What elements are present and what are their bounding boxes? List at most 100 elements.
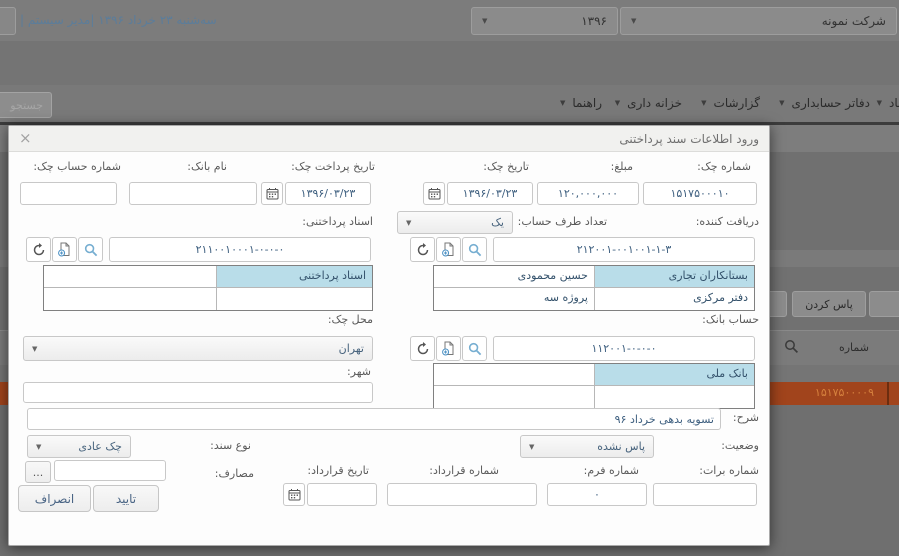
party-count-select[interactable]: یک ▼ [397, 211, 513, 234]
bank-name-input[interactable] [129, 182, 257, 205]
date-user-text: سه‌شنبه ۲۳ خرداد ۱۳۹۶ |مدیر سیستم | [20, 13, 217, 27]
bank-account-code-input[interactable] [493, 336, 755, 361]
check-number-input[interactable] [643, 182, 757, 205]
grid-cell[interactable] [216, 288, 372, 310]
bank-name-label: نام بانک: [187, 160, 227, 173]
check-place-value: تهران [338, 342, 364, 355]
cancel-button-label: انصراف [34, 491, 75, 506]
menu-item-ledgers[interactable]: دفاتر حسابداری ▼ [779, 96, 870, 110]
check-date-label: تاریخ چک: [483, 160, 529, 173]
form-number-input[interactable] [547, 483, 647, 506]
dialog-title: ورود اطلاعات سند پرداختنی [619, 131, 759, 146]
receiver-picker-grid: بستانکاران تجاری حسین محمودی دفتر مرکزی … [433, 265, 755, 311]
cancel-button[interactable]: انصراف [18, 485, 91, 512]
contract-date-input[interactable] [307, 483, 377, 506]
bank-account-label: حساب بانک: [702, 313, 759, 326]
expenses-label: مصارف: [214, 467, 254, 480]
grid-cell[interactable] [434, 386, 594, 408]
table-header-number: شماره [838, 341, 869, 354]
bill-number-label: شماره برات: [699, 464, 759, 477]
doc-type-value: چک عادی [78, 440, 122, 453]
chevron-down-icon: ▼ [876, 99, 882, 107]
search-icon[interactable] [462, 237, 487, 262]
grid-cell[interactable] [44, 266, 216, 288]
check-place-label: محل چک: [327, 313, 373, 326]
close-icon[interactable]: × [19, 131, 32, 146]
menu-item-asnad[interactable]: اسناد ▼ [877, 96, 899, 110]
chevron-down-icon: ▼ [614, 99, 621, 107]
selected-check-number: ۱۵۱۷۵۰۰۰۰۹ [814, 386, 874, 399]
check-account-input[interactable] [20, 182, 117, 205]
form-number-label: شماره فرم: [583, 464, 639, 477]
description-label: شرح: [732, 411, 759, 424]
fiscal-year-select[interactable]: ۱۳۹۶ ▼ [471, 7, 618, 35]
status-select[interactable]: پاس نشده ▼ [520, 435, 654, 458]
search-icon[interactable] [78, 237, 103, 262]
new-document-icon[interactable] [52, 237, 77, 262]
dialog-titlebar: ورود اطلاعات سند پرداختنی × [9, 126, 769, 152]
refresh-icon[interactable] [410, 237, 435, 262]
bill-number-input[interactable] [653, 483, 757, 506]
menu-label: خزانه داری [627, 96, 682, 110]
expenses-input[interactable] [54, 460, 166, 481]
confirm-button[interactable]: تایید [93, 485, 159, 512]
grid-cell[interactable] [44, 288, 216, 310]
amount-input[interactable] [537, 182, 639, 205]
menu-item-treasury[interactable]: خزانه داری ▼ [615, 96, 682, 110]
edge-cut-button[interactable]: پ [0, 7, 16, 35]
calendar-icon[interactable] [283, 483, 305, 506]
receiver-code-input[interactable] [493, 237, 755, 262]
menu-label: اسناد [888, 96, 899, 110]
application-window: شرکت نمونه ▼ ۱۳۹۶ ▼ سه‌شنبه ۲۳ خرداد ۱۳۹… [0, 0, 899, 556]
search-icon[interactable] [462, 336, 487, 361]
contract-number-input[interactable] [387, 483, 537, 506]
contract-date-label: تاریخ قرارداد: [307, 464, 369, 477]
calendar-icon[interactable] [423, 182, 445, 205]
search-input[interactable]: جستجو [0, 92, 52, 118]
grid-cell[interactable]: دفتر مرکزی [594, 288, 754, 310]
new-document-icon[interactable] [436, 336, 461, 361]
menu-item-help[interactable]: راهنما ▼ [560, 96, 602, 110]
grid-cell[interactable]: بستانکاران تجاری [594, 266, 754, 288]
pass-check-button[interactable]: پاس کردن [792, 291, 866, 317]
grid-cell[interactable]: بانک ملی [594, 364, 754, 386]
menu-bar: اسناد ▼ دفاتر حسابداری ▼ گزارشات ▼ خزانه… [0, 41, 899, 118]
grid-cell[interactable]: پروژه سه [434, 288, 594, 310]
party-count-label: تعداد طرف حساب: [517, 215, 607, 228]
refresh-icon[interactable] [26, 237, 51, 262]
chevron-down-icon: ▼ [701, 99, 707, 107]
search-icon[interactable] [784, 339, 799, 358]
chevron-down-icon: ▼ [529, 442, 535, 451]
new-document-icon[interactable] [436, 237, 461, 262]
company-select[interactable]: شرکت نمونه ▼ [620, 7, 897, 35]
payable-code-input[interactable] [109, 237, 371, 262]
row-column-divider [887, 382, 889, 405]
menu-label: دفاتر حسابداری [791, 96, 870, 110]
payment-document-dialog: ورود اطلاعات سند پرداختنی × شماره چک: مب… [8, 125, 770, 546]
payable-docs-label: اسناد پرداختنی: [302, 215, 373, 228]
description-input[interactable] [27, 408, 721, 430]
city-input[interactable] [23, 382, 373, 403]
fiscal-year-value: ۱۳۹۶ [581, 14, 607, 28]
menu-item-reports[interactable]: گزارشات ▼ [701, 96, 760, 110]
chevron-down-icon: ▼ [482, 17, 488, 25]
status-label: وضعیت: [721, 439, 759, 452]
grid-cell[interactable] [594, 386, 754, 408]
check-number-label: شماره چک: [697, 160, 751, 173]
check-place-select[interactable]: تهران ▼ [23, 336, 373, 361]
grid-cell[interactable] [434, 364, 594, 386]
top-bar: شرکت نمونه ▼ ۱۳۹۶ ▼ سه‌شنبه ۲۳ خرداد ۱۳۹… [0, 0, 899, 41]
grid-cell[interactable]: حسین محمودی [434, 266, 594, 288]
doc-type-select[interactable]: چک عادی ▼ [27, 435, 131, 458]
receiver-label: دریافت کننده: [695, 215, 759, 228]
sanad-button[interactable]: سند [869, 291, 899, 317]
pay-date-input[interactable] [285, 182, 371, 205]
expenses-more-button[interactable]: ... [25, 461, 51, 483]
menu-label: گزارشات [713, 96, 760, 110]
refresh-icon[interactable] [410, 336, 435, 361]
check-date-input[interactable] [447, 182, 533, 205]
calendar-icon[interactable] [261, 182, 283, 205]
grid-cell[interactable]: اسناد پرداختنی [216, 266, 372, 288]
pay-date-label: تاریخ پرداخت چک: [291, 160, 375, 173]
chevron-down-icon: ▼ [631, 17, 637, 25]
